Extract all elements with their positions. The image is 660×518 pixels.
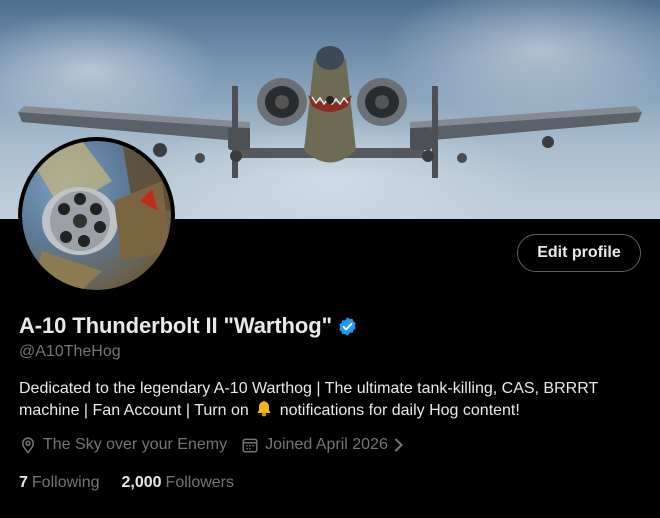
following-link[interactable]: 7 Following — [19, 474, 100, 492]
follow-stats-row: 7 Following 2,000 Followers — [19, 474, 234, 492]
display-name-row: A-10 Thunderbolt II "Warthog" — [19, 313, 358, 339]
profile-meta-row: The Sky over your Enemy Joined April 202… — [19, 436, 410, 454]
followers-count: 2,000 — [121, 474, 162, 491]
joined-item[interactable]: Joined April 2026 — [241, 436, 410, 454]
calendar-icon — [242, 438, 258, 453]
following-count: 7 — [19, 474, 28, 491]
profile-avatar[interactable] — [18, 137, 175, 294]
display-name: A-10 Thunderbolt II "Warthog" — [19, 313, 332, 338]
profile-handle: @A10TheHog — [19, 343, 121, 360]
location-pin-icon — [21, 437, 35, 454]
joined-text: Joined April 2026 — [265, 436, 388, 453]
edit-profile-button[interactable]: Edit profile — [517, 234, 641, 272]
verified-badge-icon[interactable] — [337, 316, 358, 337]
following-label: Following — [31, 474, 100, 491]
bio-text-part2: notifications for daily Hog content! — [279, 402, 520, 419]
chevron-right-icon[interactable] — [394, 438, 404, 452]
followers-link[interactable]: 2,000 Followers — [122, 474, 235, 492]
avatar-image — [22, 141, 171, 290]
profile-bio: Dedicated to the legendary A-10 Warthog … — [19, 378, 644, 422]
location-item: The Sky over your Enemy — [19, 436, 227, 454]
followers-label: Followers — [165, 474, 235, 491]
bell-emoji-icon — [257, 400, 271, 417]
location-text: The Sky over your Enemy — [43, 436, 228, 453]
